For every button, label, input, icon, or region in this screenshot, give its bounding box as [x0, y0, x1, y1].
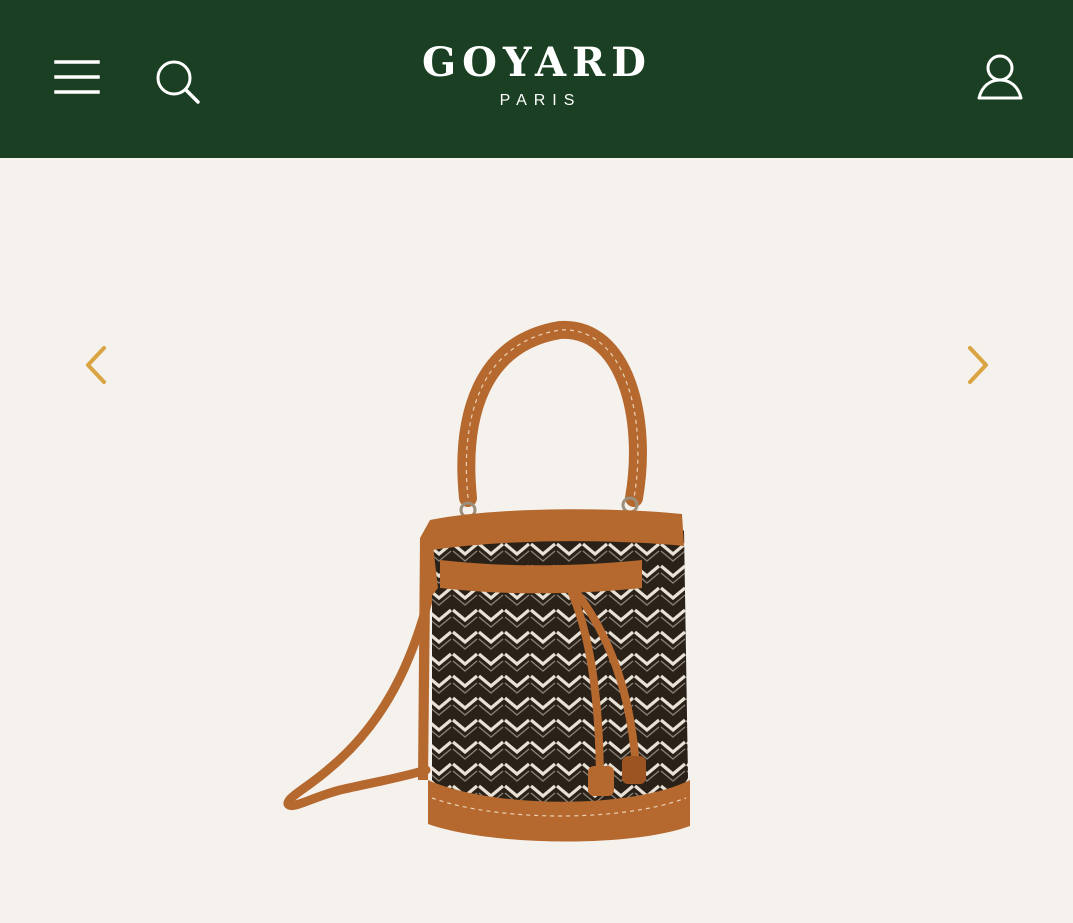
chevron-left-icon: [86, 346, 106, 384]
brand-logo[interactable]: GOYARD PARIS: [337, 36, 737, 110]
brand-name: GOYARD: [422, 39, 652, 86]
chevron-right-icon: [968, 346, 988, 384]
product-gallery: [0, 158, 1073, 923]
menu-button[interactable]: [52, 52, 104, 104]
previous-image-button[interactable]: [76, 340, 116, 390]
search-icon: [156, 60, 200, 104]
next-image-button[interactable]: [958, 340, 998, 390]
brand-subtitle: PARIS: [499, 92, 582, 109]
search-button[interactable]: [150, 54, 206, 110]
product-image-bucket-bag: [283, 320, 690, 842]
account-button[interactable]: [970, 48, 1030, 108]
hamburger-menu-icon: [54, 60, 100, 94]
shoulder-strap: [283, 553, 443, 810]
site-header: GOYARD PARIS: [0, 0, 1073, 158]
user-account-icon: [977, 54, 1023, 100]
